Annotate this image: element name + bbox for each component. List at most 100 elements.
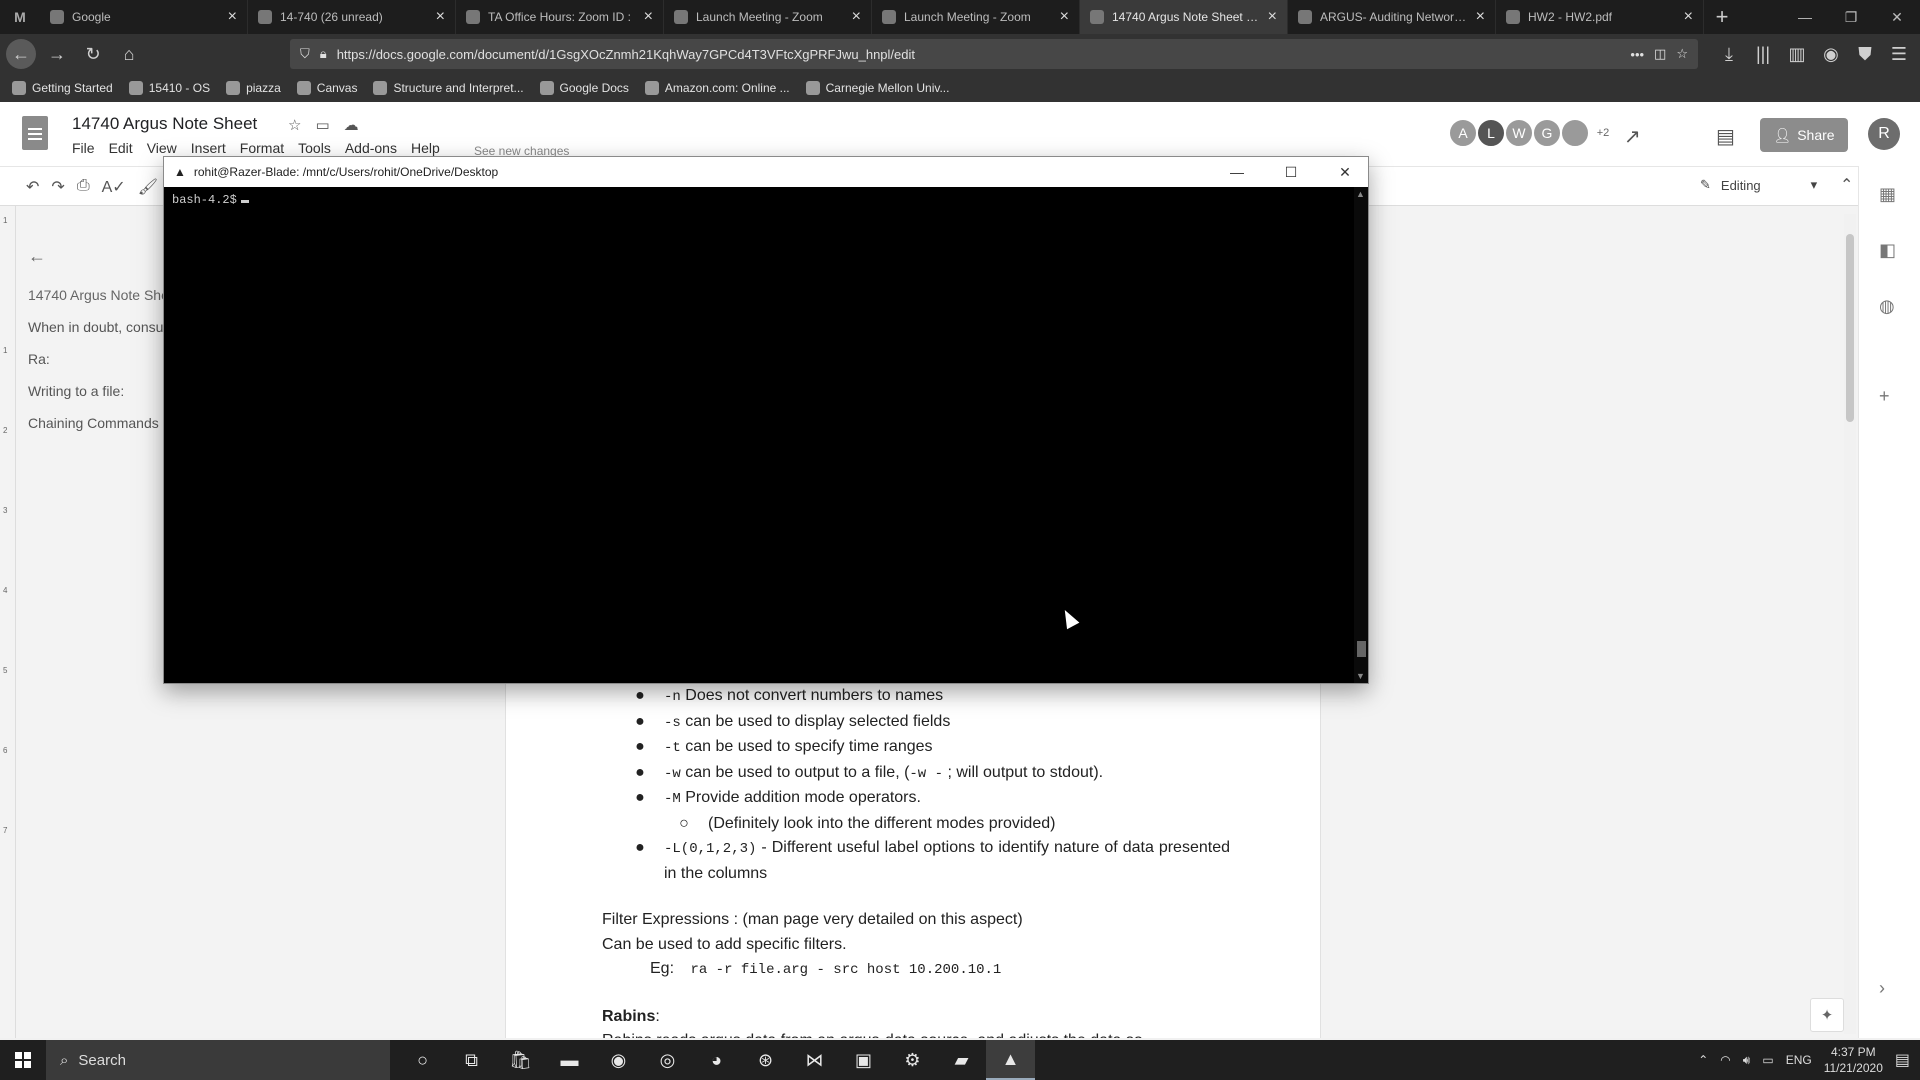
browser-tab[interactable]: 14740 Argus Note Sheet - G × — [1080, 0, 1288, 34]
collaborator-avatar[interactable]: W — [1504, 118, 1534, 148]
tab-close-icon[interactable]: × — [1684, 8, 1693, 26]
url-text[interactable]: https://docs.google.com/document/d/1GsgX… — [337, 47, 1621, 62]
chrome-icon[interactable]: ⊛ — [741, 1040, 790, 1080]
expand-panel-icon[interactable]: › — [1879, 978, 1885, 999]
scroll-up-icon[interactable]: ▲ — [1356, 189, 1365, 199]
editing-mode-dropdown[interactable]: ✎ Editing ▾ — [1700, 177, 1817, 193]
redo-icon[interactable]: ↷ — [51, 177, 64, 197]
bookmark-item[interactable]: Structure and Interpret... — [373, 81, 524, 95]
browser-tab[interactable]: Launch Meeting - Zoom × — [664, 0, 872, 34]
menu-format[interactable]: Format — [240, 140, 284, 156]
bookmark-item[interactable]: Amazon.com: Online ... — [644, 81, 790, 95]
vscode-icon[interactable]: ⋈ — [790, 1040, 839, 1080]
terminal-window[interactable]: ▲ rohit@Razer-Blade: /mnt/c/Users/rohit/… — [163, 156, 1369, 684]
docs-logo-icon[interactable] — [22, 116, 48, 150]
collaborator-avatar[interactable]: L — [1476, 118, 1506, 148]
pocket-icon[interactable]: ◫ — [1654, 46, 1666, 62]
sidebar-icon[interactable]: ▥ — [1782, 39, 1812, 69]
taskbar-search-box[interactable]: ⌕ Search — [46, 1040, 390, 1080]
scroll-down-icon[interactable]: ▼ — [1356, 671, 1365, 681]
browser-tab[interactable]: HW2 - HW2.pdf × — [1496, 0, 1704, 34]
menu-edit[interactable]: Edit — [109, 140, 133, 156]
comments-icon[interactable]: ▤ — [1716, 124, 1735, 149]
collaborator-avatar[interactable]: A — [1448, 118, 1478, 148]
volume-icon[interactable]: 🔊︎ — [1743, 1053, 1751, 1068]
bookmark-item[interactable]: Canvas — [296, 81, 357, 95]
menu-addons[interactable]: Add-ons — [345, 140, 397, 156]
outline-item[interactable]: Writing to a file: — [28, 383, 168, 415]
media-player-icon[interactable]: ◎ — [643, 1040, 692, 1080]
page-actions-icon[interactable]: ••• — [1630, 47, 1644, 62]
tab-close-icon[interactable]: × — [852, 8, 861, 26]
settings-icon[interactable]: ⚙ — [888, 1040, 937, 1080]
file-explorer-icon[interactable]: ▬ — [545, 1040, 594, 1080]
bookmark-item[interactable]: 15410 - OS — [128, 81, 210, 95]
paint-format-icon[interactable]: 🖌︎ — [138, 177, 158, 197]
tab-close-icon[interactable]: × — [1268, 8, 1277, 26]
wifi-icon[interactable]: ◠ — [1720, 1053, 1730, 1067]
terminal-minimize-icon[interactable]: — — [1214, 157, 1260, 187]
collapse-toolbar-icon[interactable]: ⌃ — [1840, 175, 1853, 195]
notifications-icon[interactable]: ▤ — [1895, 1050, 1910, 1070]
forward-arrow-icon[interactable]: → — [42, 39, 72, 69]
cloud-status-icon[interactable]: ☁ — [344, 116, 359, 134]
move-folder-icon[interactable]: ▭ — [315, 116, 329, 134]
reload-icon[interactable]: ↻ — [78, 39, 108, 69]
document-scrollbar[interactable] — [1844, 214, 1856, 1034]
share-button[interactable]: 👤︎ Share — [1760, 118, 1848, 152]
shield-icon[interactable]: ⛉ — [300, 46, 310, 62]
menu-insert[interactable]: Insert — [191, 140, 226, 156]
document-title[interactable]: 14740 Argus Note Sheet — [72, 114, 257, 134]
gmail-icon[interactable]: M — [0, 0, 40, 34]
back-arrow-icon[interactable]: ← — [6, 39, 36, 69]
star-icon[interactable]: ☆ — [288, 116, 301, 134]
tab-close-icon[interactable]: × — [228, 8, 237, 26]
collaborator-avatar[interactable] — [1560, 118, 1590, 148]
tab-close-icon[interactable]: × — [436, 8, 445, 26]
account-icon[interactable]: ◉ — [1816, 39, 1846, 69]
print-icon[interactable]: ⎙ — [77, 177, 90, 197]
tasks-icon[interactable]: ◍ — [1879, 296, 1895, 317]
library-icon[interactable]: ||| — [1748, 39, 1778, 69]
terminal-scrollbar[interactable]: ▲ ▼ — [1354, 187, 1368, 683]
outline-item[interactable]: Ra: — [28, 351, 168, 383]
zoom-icon[interactable]: ▣ — [839, 1040, 888, 1080]
outline-item[interactable]: 14740 Argus Note Sheet — [28, 287, 168, 319]
minimize-icon[interactable]: — — [1782, 0, 1828, 34]
scrollbar-thumb[interactable] — [1846, 234, 1854, 422]
browser-tab[interactable]: Launch Meeting - Zoom × — [872, 0, 1080, 34]
explore-icon[interactable]: ✦ — [1810, 998, 1844, 1032]
menu-icon[interactable]: ☰ — [1884, 39, 1914, 69]
close-outline-arrow-icon[interactable]: ← — [28, 246, 168, 267]
show-hidden-icons-icon[interactable]: ⌃ — [1698, 1053, 1708, 1067]
terminal-titlebar[interactable]: ▲ rohit@Razer-Blade: /mnt/c/Users/rohit/… — [164, 157, 1368, 187]
language-indicator[interactable]: ENG — [1786, 1053, 1812, 1067]
bookmark-item[interactable]: Getting Started — [12, 81, 113, 95]
bookmark-item[interactable]: piazza — [226, 81, 281, 95]
collaborator-avatar[interactable]: G — [1532, 118, 1562, 148]
cortana-icon[interactable]: ○ — [398, 1040, 447, 1080]
terminal-output[interactable]: bash-4.2$ — [164, 187, 1354, 683]
bookmark-star-icon[interactable]: ☆ — [1676, 46, 1688, 62]
tab-close-icon[interactable]: × — [1476, 8, 1485, 26]
home-icon[interactable]: ⌂ — [114, 39, 144, 69]
tab-close-icon[interactable]: × — [1060, 8, 1069, 26]
close-icon[interactable]: ✕ — [1874, 0, 1920, 34]
menu-file[interactable]: File — [72, 140, 95, 156]
undo-icon[interactable]: ↶ — [26, 177, 39, 197]
extension-icon[interactable]: ⛊ — [1850, 39, 1880, 69]
lock-icon[interactable]: 🔒︎ — [320, 46, 327, 62]
terminal-scroll-thumb[interactable] — [1357, 641, 1366, 657]
firefox-icon[interactable]: ◕ — [692, 1040, 741, 1080]
terminal-maximize-icon[interactable]: ☐ — [1268, 157, 1314, 187]
bookmark-item[interactable]: Carnegie Mellon Univ... — [805, 81, 949, 95]
new-tab-button[interactable]: + — [1704, 0, 1740, 34]
browser-tab[interactable]: TA Office Hours: Zoom ID : × — [456, 0, 664, 34]
menu-tools[interactable]: Tools — [298, 140, 331, 156]
battery-icon[interactable]: ▭ — [1762, 1053, 1773, 1067]
outline-item[interactable]: Chaining Commands — [28, 415, 168, 447]
browser-tab[interactable]: 14-740 (26 unread) × — [248, 0, 456, 34]
task-view-icon[interactable]: ⧉ — [447, 1040, 496, 1080]
spellcheck-icon[interactable]: A✓ — [102, 177, 126, 197]
spotify-icon[interactable]: ◉ — [594, 1040, 643, 1080]
